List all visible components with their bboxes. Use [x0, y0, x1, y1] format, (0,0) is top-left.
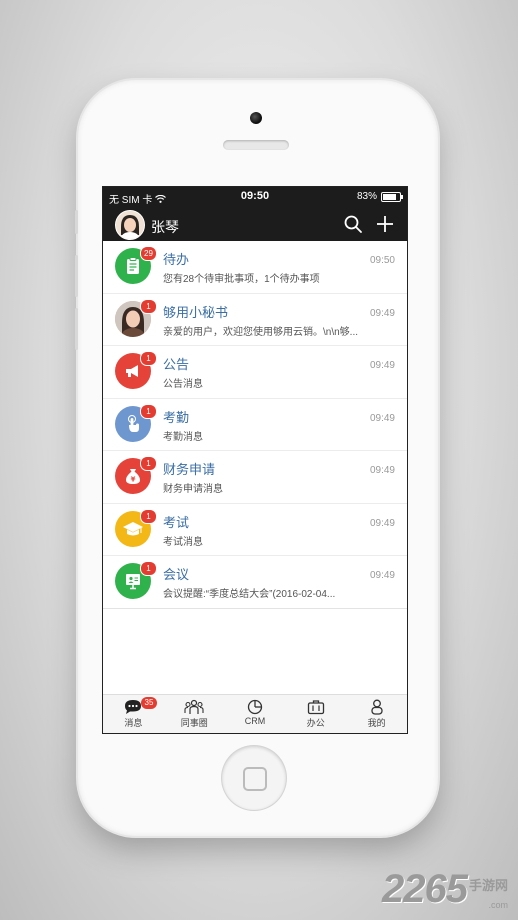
watermark-text: 手游网 — [468, 878, 508, 893]
watermark-logo: 2265 手游网 .com — [382, 867, 508, 912]
tab-label: 消息 — [124, 718, 143, 728]
tab-label: CRM — [244, 716, 266, 726]
earpiece-speaker — [223, 140, 289, 150]
tab-me[interactable]: 我的 — [346, 695, 407, 733]
search-icon — [344, 215, 362, 233]
unread-badge: 1 — [140, 456, 157, 471]
user-avatar[interactable] — [115, 210, 145, 240]
person-icon — [370, 699, 383, 715]
status-right: 83% — [356, 191, 403, 202]
tab-label: 办公 — [306, 718, 325, 728]
message-time: 09:49 — [369, 360, 395, 371]
battery-icon — [381, 191, 403, 202]
add-button[interactable] — [375, 214, 395, 234]
message-preview: 会议提醒:“季度总结大会”(2016-02-04... — [163, 589, 336, 600]
tab-office[interactable]: 办公 — [285, 695, 346, 733]
tab-colleagues[interactable]: 同事圈 — [164, 695, 225, 733]
bottom-tab-bar: 35 消息 同事圈 CRM 办公 我的 — [103, 694, 407, 733]
message-time: 09:49 — [369, 570, 395, 581]
message-time: 09:49 — [369, 465, 395, 476]
message-preview: 您有28个待审批事项，1个待办事项 — [163, 274, 320, 285]
message-row-meeting[interactable]: 1 会议 会议提醒:“季度总结大会”(2016-02-04... 09:49 — [103, 556, 407, 609]
briefcase-icon — [307, 700, 324, 715]
message-preview: 亲爱的用户，欢迎您使用够用云销。\n\n够... — [163, 326, 359, 338]
message-title: 考试 — [163, 514, 190, 530]
watermark-domain: .com — [488, 900, 508, 910]
message-preview: 考勤消息 — [163, 431, 203, 443]
message-title: 财务申请 — [163, 462, 216, 477]
watermark-digits: 2265 — [382, 867, 468, 911]
message-time: 09:49 — [369, 517, 395, 529]
plus-icon — [377, 216, 393, 232]
phone-frame: 无 SIM 卡 09:50 83% 张琴 29 待办 您有28个待审批事项，1个… — [75, 80, 438, 836]
tab-messages[interactable]: 35 消息 — [103, 695, 164, 733]
volume-up-button — [75, 255, 78, 297]
message-title: 够用小秘书 — [163, 304, 229, 320]
unread-badge: 1 — [140, 351, 157, 366]
message-row-finance[interactable]: ¥ 1 财务申请 财务申请消息 09:49 — [103, 451, 407, 504]
unread-badge: 29 — [140, 246, 157, 261]
message-title: 会议 — [163, 567, 190, 582]
home-square-icon — [243, 767, 267, 791]
message-row-assistant[interactable]: 1 够用小秘书 亲爱的用户，欢迎您使用够用云销。\n\n够... 09:49 — [103, 294, 407, 346]
message-title: 待办 — [163, 252, 190, 267]
chat-bubble-icon — [125, 700, 142, 714]
phone-screen: 无 SIM 卡 09:50 83% 张琴 29 待办 您有28个待审批事项，1个… — [102, 186, 408, 734]
user-name: 张琴 — [151, 219, 179, 235]
app-header: 张琴 — [103, 207, 407, 241]
people-group-icon — [184, 699, 204, 714]
home-button[interactable] — [222, 746, 286, 810]
avatar-photo-icon — [116, 211, 144, 239]
tab-unread-badge: 35 — [141, 697, 157, 709]
status-bar: 无 SIM 卡 09:50 83% — [103, 187, 407, 207]
message-row-todo[interactable]: 29 待办 您有28个待审批事项，1个待办事项 09:50 — [103, 241, 407, 294]
message-row-exam[interactable]: 1 考试 考试消息 09:49 — [103, 504, 407, 556]
svg-text:¥: ¥ — [131, 476, 136, 484]
message-row-attendance[interactable]: 1 考勤 考勤消息 09:49 — [103, 399, 407, 451]
message-preview: 财务申请消息 — [163, 484, 223, 495]
unread-badge: 1 — [140, 561, 157, 576]
message-time: 09:50 — [369, 255, 395, 266]
unread-badge: 1 — [140, 508, 157, 524]
message-title: 考勤 — [163, 409, 190, 425]
message-time: 09:49 — [369, 307, 395, 319]
tab-label: 同事圈 — [180, 718, 208, 728]
battery-percent: 83% — [356, 191, 377, 202]
pie-chart-icon — [247, 699, 263, 715]
volume-down-button — [75, 308, 78, 350]
battery-fill — [383, 193, 397, 200]
front-camera — [250, 112, 262, 124]
tab-label: 我的 — [367, 718, 386, 728]
mute-switch — [75, 210, 78, 234]
message-preview: 考试消息 — [163, 536, 203, 548]
unread-badge: 1 — [140, 298, 157, 314]
search-button[interactable] — [343, 214, 363, 234]
message-preview: 公告消息 — [163, 379, 203, 390]
message-list: 29 待办 您有28个待审批事项，1个待办事项 09:50 1 够用小秘书 亲爱… — [103, 241, 407, 609]
unread-badge: 1 — [140, 403, 157, 419]
message-row-announcement[interactable]: 1 公告 公告消息 09:49 — [103, 346, 407, 399]
message-title: 公告 — [163, 357, 190, 372]
tab-crm[interactable]: CRM — [225, 695, 286, 733]
message-time: 09:49 — [369, 412, 395, 424]
